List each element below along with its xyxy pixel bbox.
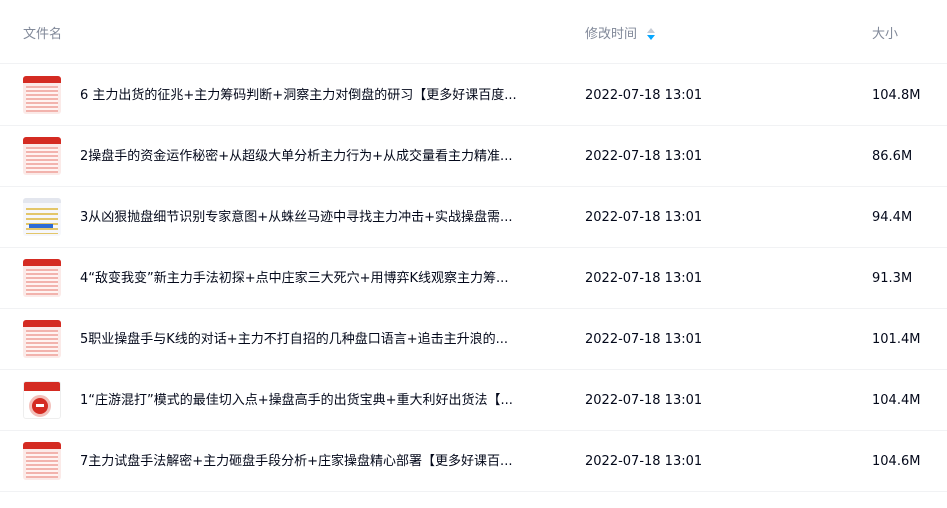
- doc-chart-icon: [23, 198, 61, 236]
- doc-red-icon: [23, 259, 61, 297]
- file-row[interactable]: 5职业操盘手与K线的对话+主力不打自招的几种盘口语言+追击主升浪的... 202…: [0, 309, 947, 370]
- column-header-time-label: 修改时间: [585, 27, 638, 42]
- file-size: 101.4M: [872, 332, 921, 347]
- doc-red-icon: [23, 442, 61, 480]
- file-row[interactable]: 1“庄游混打”模式的最佳切入点+操盘高手的出货宝典+重大利好出货法【... 20…: [0, 370, 947, 431]
- file-modified-time: 2022-07-18 13:01: [585, 393, 703, 408]
- file-name[interactable]: 2操盘手的资金运作秘密+从超级大单分析主力行为+从成交量看主力精准...: [80, 148, 560, 165]
- sort-desc-icon[interactable]: [647, 28, 656, 42]
- file-size: 86.6M: [872, 149, 913, 164]
- file-row[interactable]: 2操盘手的资金运作秘密+从超级大单分析主力行为+从成交量看主力精准... 202…: [0, 126, 947, 187]
- file-name[interactable]: 4“敌变我变”新主力手法初探+点中庄家三大死穴+用博弈K线观察主力筹...: [80, 270, 560, 287]
- file-modified-time: 2022-07-18 13:01: [585, 88, 703, 103]
- file-size: 91.3M: [872, 271, 913, 286]
- file-name[interactable]: 6 主力出货的征兆+主力筹码判断+洞察主力对倒盘的研习【更多好课百度...: [80, 87, 560, 104]
- file-row[interactable]: 6 主力出货的征兆+主力筹码判断+洞察主力对倒盘的研习【更多好课百度... 20…: [0, 65, 947, 126]
- file-name[interactable]: 5职业操盘手与K线的对话+主力不打自招的几种盘口语言+追击主升浪的...: [80, 331, 560, 348]
- file-modified-time: 2022-07-18 13:01: [585, 271, 703, 286]
- file-row[interactable]: 3从凶狠抛盘细节识别专家意图+从蛛丝马迹中寻找主力冲击+实战操盘需... 202…: [0, 187, 947, 248]
- file-size: 94.4M: [872, 210, 913, 225]
- file-size: 104.8M: [872, 88, 921, 103]
- file-size: 104.6M: [872, 454, 921, 469]
- column-header-time[interactable]: 修改时间: [585, 27, 656, 43]
- file-modified-time: 2022-07-18 13:01: [585, 332, 703, 347]
- file-row[interactable]: 7主力试盘手法解密+主力砸盘手段分析+庄家操盘精心部署【更多好课百... 202…: [0, 431, 947, 492]
- slide-circle-icon: [23, 381, 61, 419]
- file-modified-time: 2022-07-18 13:01: [585, 210, 703, 225]
- doc-red-icon: [23, 320, 61, 358]
- doc-red-icon: [23, 137, 61, 175]
- file-size: 104.4M: [872, 393, 921, 408]
- column-header-name[interactable]: 文件名: [23, 27, 62, 43]
- file-name[interactable]: 7主力试盘手法解密+主力砸盘手段分析+庄家操盘精心部署【更多好课百...: [80, 453, 560, 470]
- file-name[interactable]: 1“庄游混打”模式的最佳切入点+操盘高手的出货宝典+重大利好出货法【...: [80, 392, 560, 409]
- doc-red-icon: [23, 76, 61, 114]
- file-name[interactable]: 3从凶狠抛盘细节识别专家意图+从蛛丝马迹中寻找主力冲击+实战操盘需...: [80, 209, 560, 226]
- file-modified-time: 2022-07-18 13:01: [585, 454, 703, 469]
- file-list-header: 文件名 修改时间 大小: [0, 0, 947, 64]
- file-modified-time: 2022-07-18 13:01: [585, 149, 703, 164]
- file-row[interactable]: 4“敌变我变”新主力手法初探+点中庄家三大死穴+用博弈K线观察主力筹... 20…: [0, 248, 947, 309]
- column-header-size[interactable]: 大小: [872, 27, 898, 43]
